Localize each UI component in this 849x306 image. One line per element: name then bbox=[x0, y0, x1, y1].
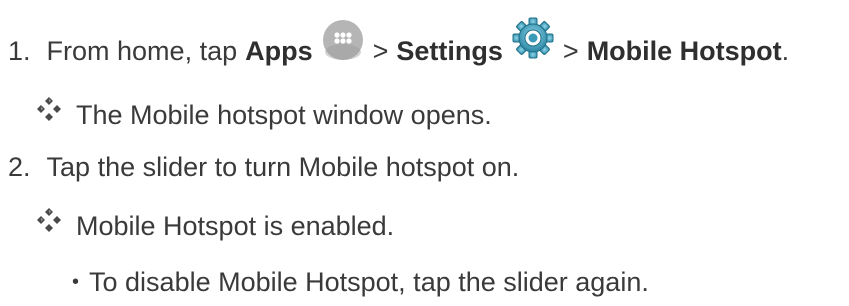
step-text: From home, tap bbox=[46, 36, 238, 66]
bullet-marker: • bbox=[72, 271, 80, 293]
diamond-bullet-icon bbox=[37, 97, 61, 121]
sub-bullet: • To disable Mobile Hotspot, tap the sli… bbox=[72, 266, 649, 298]
step-number: 1. bbox=[8, 36, 31, 66]
result-2: Mobile Hotspot is enabled. bbox=[34, 208, 395, 242]
separator: > bbox=[372, 36, 389, 66]
apps-icon bbox=[322, 20, 363, 60]
apps-label: Apps bbox=[245, 36, 313, 66]
result-1: The Mobile hotspot window opens. bbox=[34, 97, 492, 131]
result-text: The Mobile hotspot window opens. bbox=[76, 100, 492, 130]
step-number: 2. bbox=[8, 152, 31, 182]
settings-gear-icon bbox=[512, 17, 554, 59]
step-1: 1. From home, tap Apps > Settings > Mobi… bbox=[8, 17, 790, 67]
step-text: Tap the slider to turn Mobile hotspot on… bbox=[46, 152, 520, 182]
separator: > bbox=[562, 36, 579, 66]
result-text: Mobile Hotspot is enabled. bbox=[76, 211, 395, 241]
bullet-text: To disable Mobile Hotspot, tap the slide… bbox=[89, 267, 649, 297]
settings-label: Settings bbox=[396, 36, 503, 66]
mobile-hotspot-label: Mobile Hotspot bbox=[586, 36, 782, 66]
period: . bbox=[781, 36, 790, 66]
step-2: 2. Tap the slider to turn Mobile hotspot… bbox=[8, 151, 519, 183]
diamond-bullet-icon bbox=[37, 208, 61, 232]
